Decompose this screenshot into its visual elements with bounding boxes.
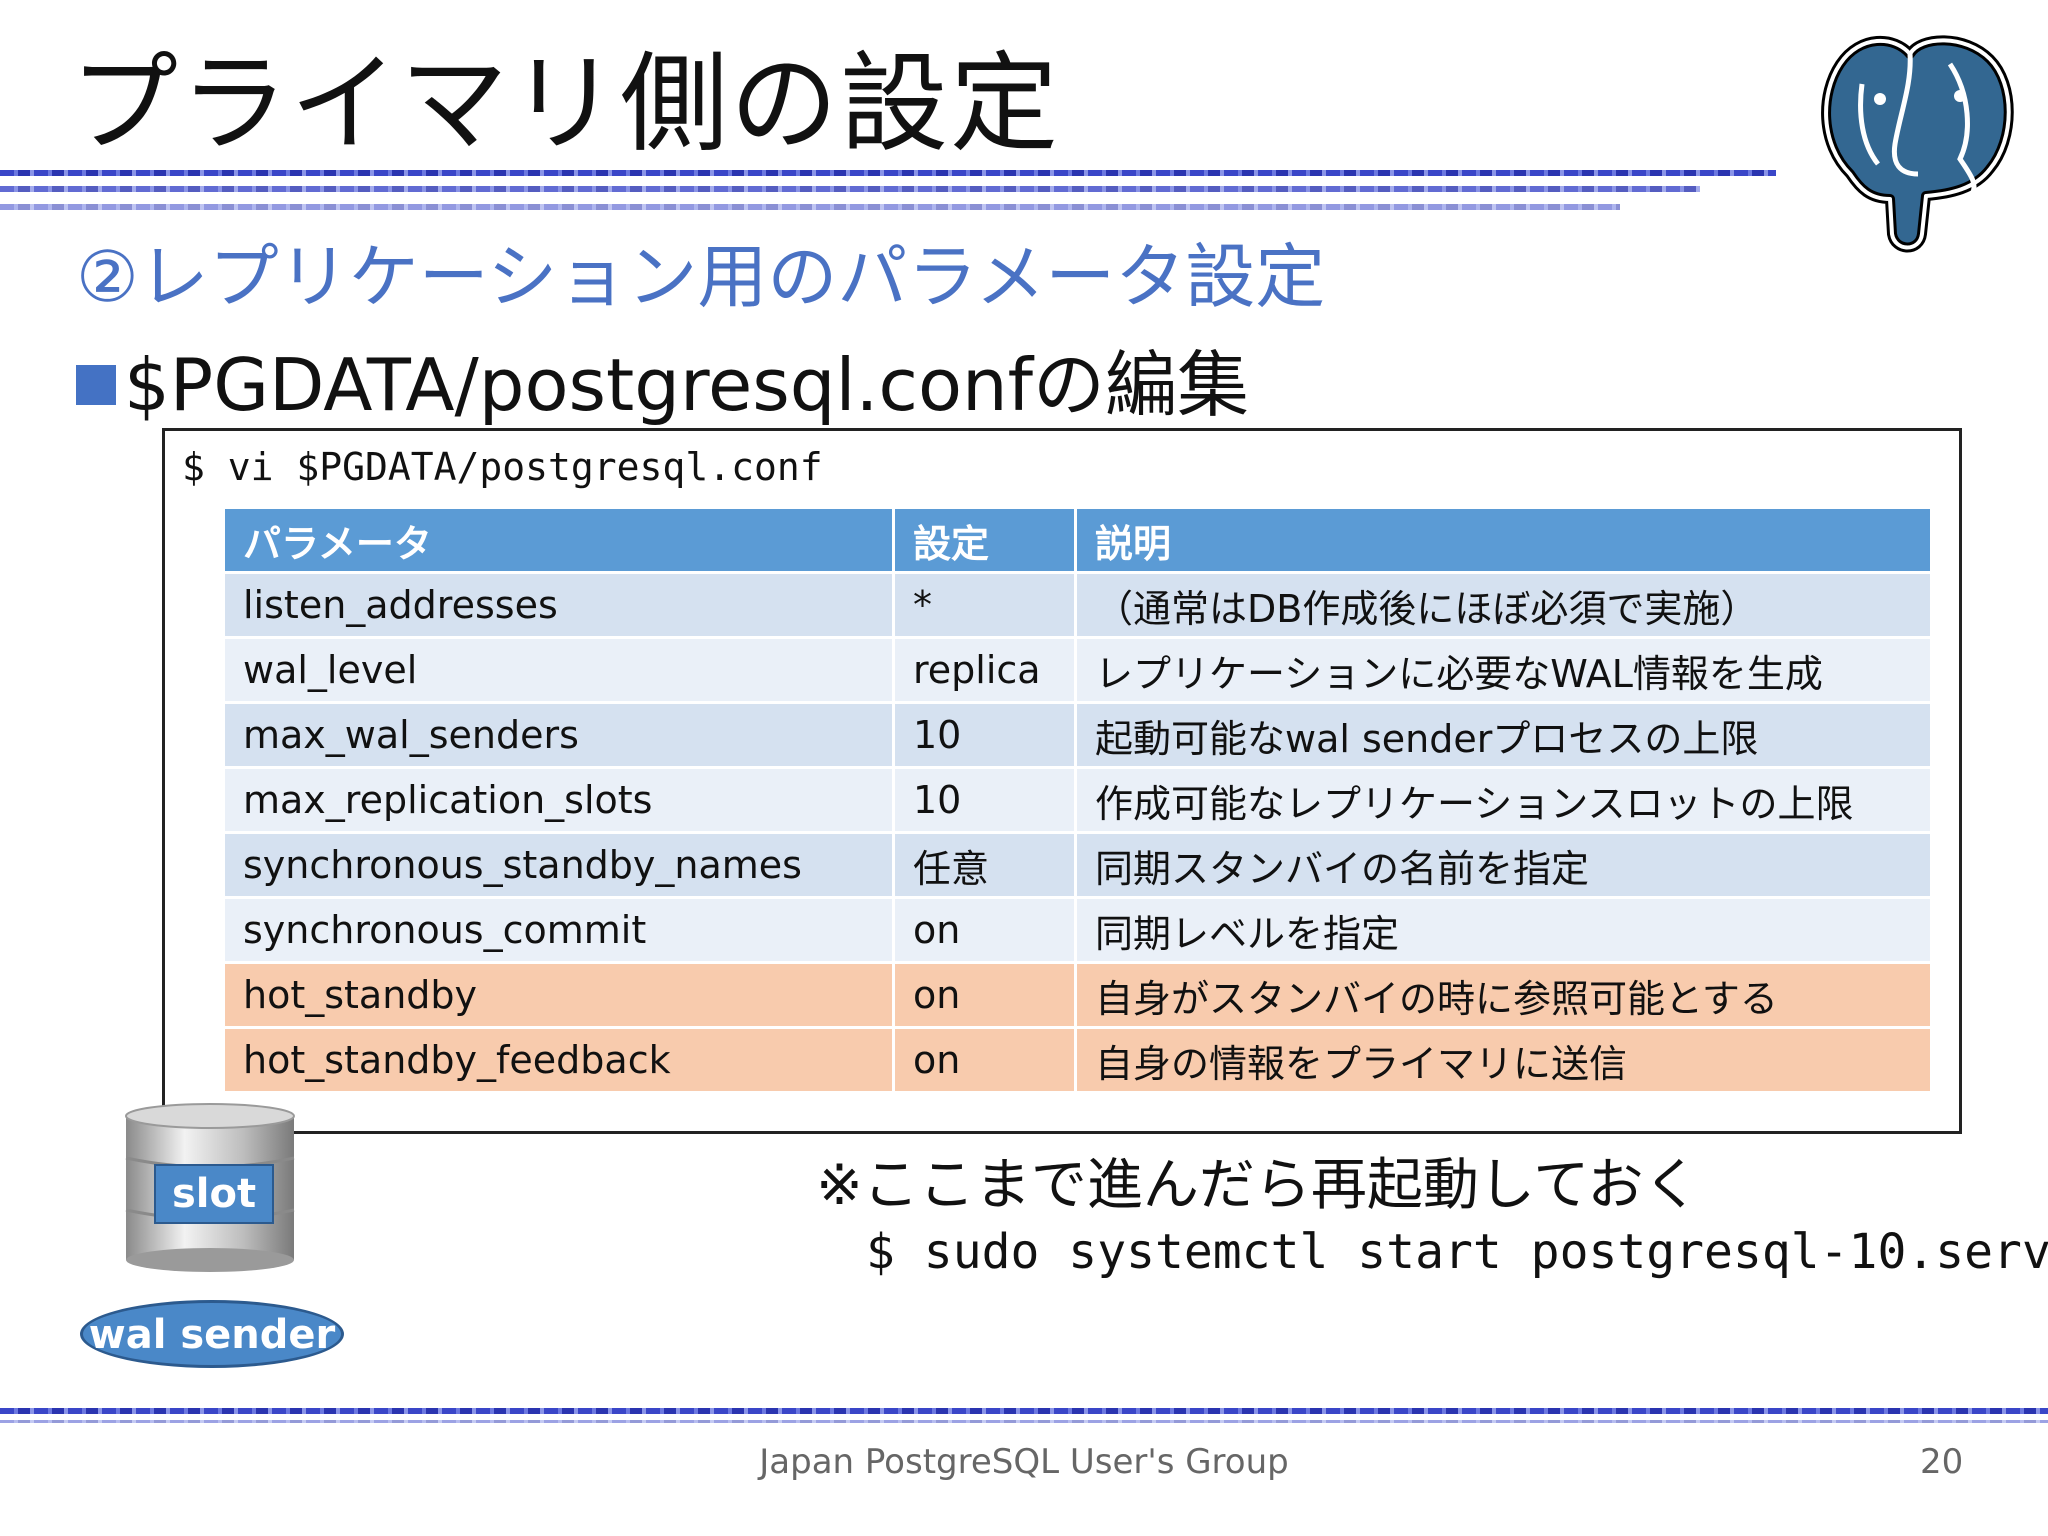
description-cell: 同期レベルを指定 xyxy=(1074,896,1933,964)
table-row: wal_level replica レプリケーションに必要なWAL情報を生成 xyxy=(222,636,1933,704)
param-cell: synchronous_standby_names xyxy=(222,831,895,899)
footer-rule-shadow xyxy=(0,1420,2048,1423)
param-cell: wal_level xyxy=(222,636,895,704)
table-row: max_replication_slots 10 作成可能なレプリケーションスロット… xyxy=(222,766,1933,834)
table-row: max_wal_senders 10 起動可能なwal senderプロセスの上限 xyxy=(222,701,1933,769)
header-description: 説明 xyxy=(1074,506,1933,574)
parameter-table: パラメータ 設定 説明 listen_addresses * （通常はDB作成後にほ… xyxy=(222,506,1933,1094)
description-cell: 作成可能なレプリケーションスロットの上限 xyxy=(1074,766,1933,834)
wal-sender-ellipse: wal sender xyxy=(80,1300,344,1368)
param-cell: hot_standby_feedback xyxy=(222,1026,895,1094)
description-cell: （通常はDB作成後にほぼ必須で実施） xyxy=(1074,571,1933,639)
bullet-square-icon xyxy=(76,365,116,405)
table-row: synchronous_commit on 同期レベルを指定 xyxy=(222,896,1933,964)
table-row: hot_standby on 自身がスタンバイの時に参照可能とする xyxy=(222,961,1933,1029)
bullet-item: $PGDATA/postgresql.confの編集 xyxy=(76,340,1249,430)
restart-command: $ sudo systemctl start postgresql-10.ser… xyxy=(866,1224,2048,1280)
title-rule-top xyxy=(0,170,1776,176)
header-param: パラメータ xyxy=(222,506,895,574)
title-rule-middle xyxy=(0,186,1700,192)
param-cell: listen_addresses xyxy=(222,571,895,639)
param-cell: hot_standby xyxy=(222,961,895,1029)
page-number: 20 xyxy=(1920,1442,1964,1482)
slot-label: slot xyxy=(154,1164,274,1224)
value-cell: replica xyxy=(892,636,1077,704)
restart-note: ※ここまで進んだら再起動しておく xyxy=(816,1153,1700,1218)
bullet-text: $PGDATA/postgresql.confの編集 xyxy=(124,343,1249,427)
table-header-row: パラメータ 設定 説明 xyxy=(222,506,1933,574)
header-value: 設定 xyxy=(892,506,1077,574)
param-cell: max_wal_senders xyxy=(222,701,895,769)
value-cell: * xyxy=(892,571,1077,639)
table-row: synchronous_standby_names 任意 同期スタンバイの名前を指定 xyxy=(222,831,1933,899)
description-cell: 同期スタンバイの名前を指定 xyxy=(1074,831,1933,899)
slide-title: プライマリ側の設定 xyxy=(70,42,1061,167)
footer-text: Japan PostgreSQL User's Group xyxy=(759,1442,1289,1482)
value-cell: 10 xyxy=(892,766,1077,834)
footer-rule xyxy=(0,1408,2048,1414)
title-rule-bottom xyxy=(0,204,1620,210)
table-row: listen_addresses * （通常はDB作成後にほぼ必須で実施） xyxy=(222,571,1933,639)
param-cell: synchronous_commit xyxy=(222,896,895,964)
description-cell: レプリケーションに必要なWAL情報を生成 xyxy=(1074,636,1933,704)
description-cell: 自身の情報をプライマリに送信 xyxy=(1074,1026,1933,1094)
table-row: hot_standby_feedback on 自身の情報をプライマリに送信 xyxy=(222,1026,1933,1094)
vi-command: $ vi $PGDATA/postgresql.conf xyxy=(182,445,823,489)
value-cell: 10 xyxy=(892,701,1077,769)
postgresql-logo xyxy=(1821,35,2014,253)
param-cell: max_replication_slots xyxy=(222,766,895,834)
description-cell: 起動可能なwal senderプロセスの上限 xyxy=(1074,701,1933,769)
description-cell: 自身がスタンバイの時に参照可能とする xyxy=(1074,961,1933,1029)
value-cell: 任意 xyxy=(892,831,1077,899)
value-cell: on xyxy=(892,896,1077,964)
section-subtitle: ②レプリケーション用のパラメータ設定 xyxy=(76,236,1326,318)
value-cell: on xyxy=(892,1026,1077,1094)
value-cell: on xyxy=(892,961,1077,1029)
